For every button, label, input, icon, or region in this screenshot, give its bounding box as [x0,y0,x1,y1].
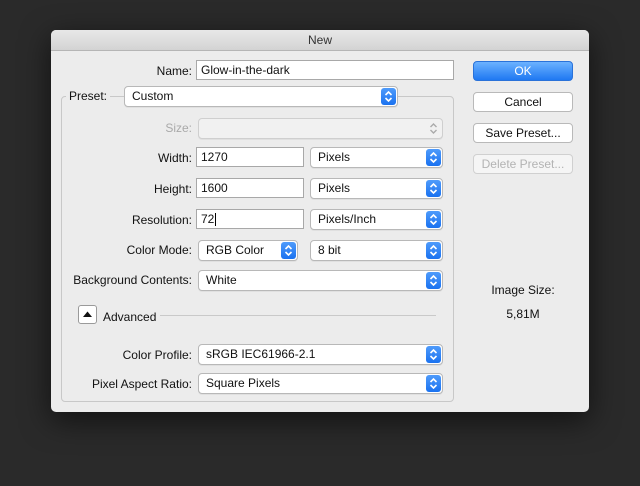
image-size-label: Image Size: [491,283,555,297]
delete-preset-button: Delete Preset... [473,154,573,174]
background-contents-label: Background Contents: [73,273,192,287]
chevron-updown-icon [281,242,296,259]
color-profile-value: sRGB IEC61966-2.1 [206,347,316,361]
pixel-aspect-label: Pixel Aspect Ratio: [91,377,192,391]
width-label: Width: [157,151,192,165]
pixel-aspect-select[interactable]: Square Pixels [198,373,443,394]
chevron-updown-icon [426,120,441,137]
height-input[interactable]: 1600 [196,178,304,198]
dialog-title: New [51,30,589,51]
color-mode-select[interactable]: RGB Color [198,240,298,261]
preset-label: Preset: [66,89,111,103]
color-profile-label: Color Profile: [122,348,192,362]
width-unit-value: Pixels [318,150,351,164]
resolution-label: Resolution: [131,213,192,227]
height-label: Height: [153,182,192,196]
chevron-updown-icon [426,242,441,259]
chevron-updown-icon [426,272,441,289]
resolution-unit-select[interactable]: Pixels/Inch [310,209,443,230]
cancel-button[interactable]: Cancel [473,92,573,112]
pixel-aspect-value: Square Pixels [206,376,281,390]
advanced-divider [160,315,436,316]
chevron-updown-icon [426,149,441,166]
name-label: Name: [156,64,192,78]
triangle-up-icon [83,311,92,317]
chevron-updown-icon [381,88,396,105]
width-input[interactable]: 1270 [196,147,304,167]
resolution-unit-value: Pixels/Inch [318,212,377,226]
height-unit-select[interactable]: Pixels [310,178,443,199]
chevron-updown-icon [426,211,441,228]
background-contents-select[interactable]: White [198,270,443,291]
advanced-label: Advanced [103,310,157,324]
advanced-disclosure-button[interactable] [78,305,97,324]
preset-value: Custom [132,89,174,103]
save-preset-button[interactable]: Save Preset... [473,123,573,143]
color-mode-value: RGB Color [206,243,265,257]
text-cursor [215,213,217,227]
image-size-value: 5,81M [506,307,540,321]
bit-depth-select[interactable]: 8 bit [310,240,443,261]
size-select[interactable] [198,118,443,139]
width-unit-select[interactable]: Pixels [310,147,443,168]
height-unit-value: Pixels [318,181,351,195]
color-profile-select[interactable]: sRGB IEC61966-2.1 [198,344,443,365]
resolution-value: 72 [201,212,215,226]
chevron-updown-icon [426,346,441,363]
chevron-updown-icon [426,375,441,392]
bit-depth-value: 8 bit [318,243,341,257]
new-document-dialog: New Name: Glow-in-the-dark Preset: Custo… [51,30,589,412]
name-input[interactable]: Glow-in-the-dark [196,60,454,80]
chevron-updown-icon [426,180,441,197]
background-contents-value: White [206,273,237,287]
color-mode-label: Color Mode: [126,243,192,257]
size-label: Size: [165,121,192,135]
ok-button[interactable]: OK [473,61,573,81]
preset-select[interactable]: Custom [124,86,398,107]
resolution-input[interactable]: 72 [196,209,304,229]
